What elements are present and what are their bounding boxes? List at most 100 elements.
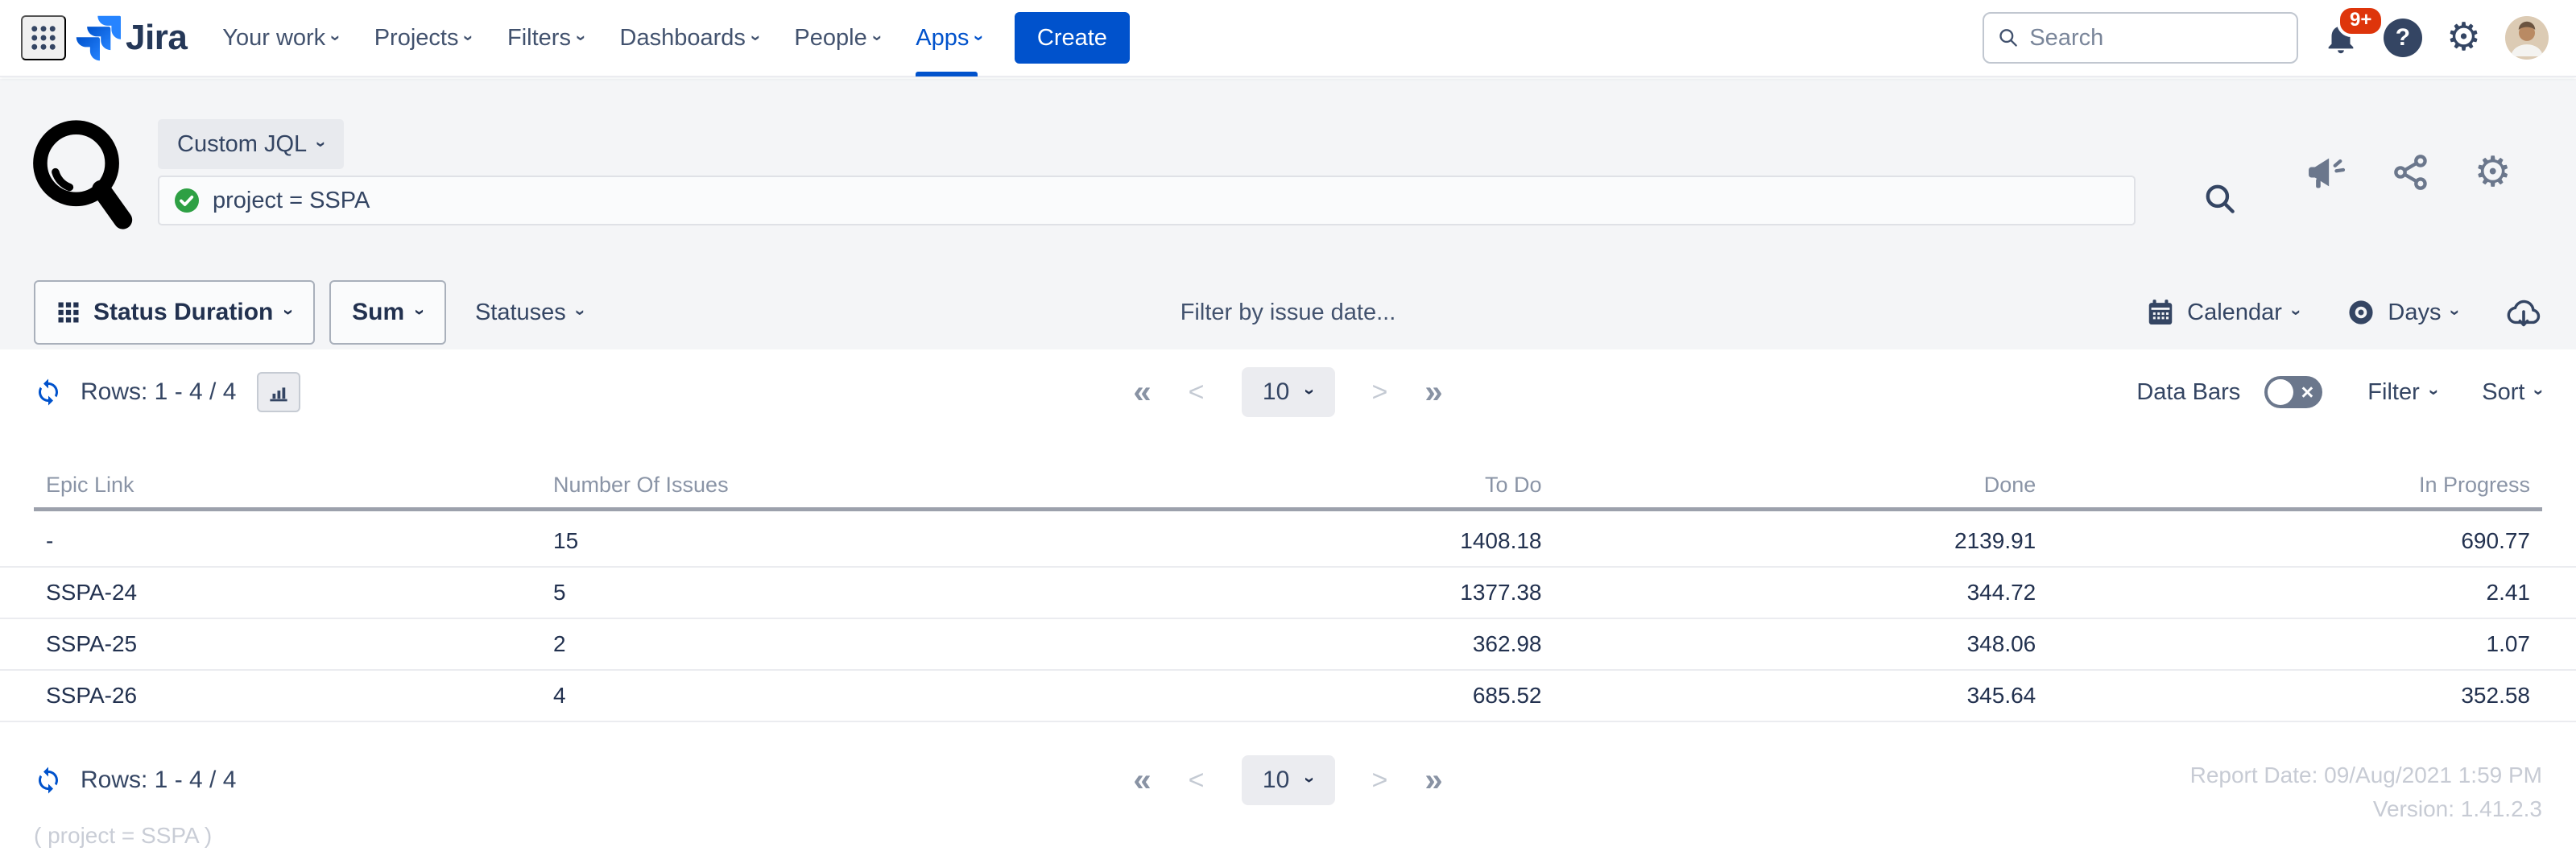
jira-logo-text: Jira [126,18,187,58]
jql-input[interactable]: project = SSPA [158,176,2136,225]
cell-to-do: 362.98 [1048,631,1542,657]
announcements-button[interactable] [2306,151,2348,193]
table-row[interactable]: SSPA-25 2 362.98 348.06 1.07 [0,619,2576,671]
chevron-down-icon: › [868,35,887,41]
cell-in-progress: 2.41 [2036,580,2530,606]
export-button[interactable] [2505,294,2542,331]
last-page-button[interactable]: » [1424,764,1442,796]
chevron-down-icon: › [1300,777,1319,783]
aggregation-dropdown[interactable]: Sum › [329,280,446,345]
chevron-down-icon: › [312,141,331,147]
nav-item-filters[interactable]: Filters › [507,0,584,76]
calendar-icon [2145,297,2176,328]
cell-number-of-issues: 2 [553,631,1048,657]
report-toolbar: Status Duration › Sum › Statuses › [34,280,2542,345]
page-size-select[interactable]: 10 › [1242,755,1335,805]
help-button[interactable]: ? [2384,19,2422,57]
report-settings-button[interactable]: ⚙ [2474,151,2512,193]
cell-in-progress: 352.58 [2036,683,2530,709]
sort-dropdown[interactable]: Sort › [2482,379,2542,406]
chevron-down-icon: › [2287,309,2305,316]
valid-check-icon [172,186,201,215]
share-icon [2390,151,2432,193]
cell-to-do: 1377.38 [1048,580,1542,606]
megaphone-icon [2306,151,2348,193]
cell-epic-link: SSPA-26 [46,683,553,709]
user-avatar[interactable] [2505,16,2549,60]
gear-icon: ⚙ [2446,19,2481,57]
top-nav: Jira Your work › Projects › Filters › Da… [0,0,2576,77]
first-page-button[interactable]: « [1133,764,1151,796]
jql-query-text: project = SSPA [213,188,370,214]
nav-item-people[interactable]: People › [794,0,880,76]
cell-done: 348.06 [1542,631,2036,657]
next-page-button[interactable]: > [1372,378,1388,406]
cell-in-progress: 1.07 [2036,631,2530,657]
notification-badge: 9+ [2337,5,2384,37]
jql-search-button[interactable] [2200,179,2240,219]
issue-date-filter-input[interactable] [1039,300,1538,326]
chevron-down-icon: › [2425,389,2443,395]
status-duration-table: Epic Link Number Of Issues To Do Done In… [0,462,2576,722]
nav-item-your-work[interactable]: Your work › [222,0,338,76]
notifications-button[interactable]: 9+ [2322,19,2359,56]
jira-logo[interactable]: Jira [74,14,187,61]
gear-icon: ⚙ [2474,151,2512,193]
nav-item-apps[interactable]: Apps › [916,0,982,76]
column-header-in-progress[interactable]: In Progress [2036,473,2530,498]
chevron-down-icon: › [970,35,989,41]
column-header-to-do[interactable]: To Do [1048,473,1542,498]
cloud-download-icon [2505,294,2542,331]
column-header-done[interactable]: Done [1542,473,2036,498]
cell-number-of-issues: 5 [553,580,1048,606]
search-icon [2200,179,2240,219]
next-page-button[interactable]: > [1372,767,1388,794]
statuses-dropdown[interactable]: Statuses › [475,300,583,326]
chevron-down-icon: › [746,35,765,41]
nav-item-projects[interactable]: Projects › [374,0,472,76]
data-bars-toggle[interactable]: × [2264,376,2322,408]
cell-done: 2139.91 [1542,528,2036,554]
cell-number-of-issues: 15 [553,528,1048,554]
app-switcher-button[interactable] [21,15,66,60]
report-meta: Report Date: 09/Aug/2021 1:59 PM Version… [2190,758,2542,826]
report-type-dropdown[interactable]: Status Duration › [34,280,315,345]
nav-right-group: 9+ ? ⚙ [1983,12,2549,64]
toggle-off-icon: × [2301,379,2314,405]
column-header-epic-link[interactable]: Epic Link [46,473,553,498]
nav-item-dashboards[interactable]: Dashboards › [620,0,759,76]
filter-dropdown[interactable]: Filter › [2367,379,2437,406]
settings-button[interactable]: ⚙ [2446,19,2481,57]
cell-to-do: 1408.18 [1048,528,1542,554]
calendar-dropdown[interactable]: Calendar › [2145,297,2299,328]
jira-logo-icon [74,14,121,61]
chevron-down-icon: › [1300,389,1319,395]
cell-number-of-issues: 4 [553,683,1048,709]
table-row[interactable]: - 15 1408.18 2139.91 690.77 [0,516,2576,568]
report-date: Report Date: 09/Aug/2021 1:59 PM [2190,758,2542,792]
cell-done: 345.64 [1542,683,2036,709]
chevron-down-icon: › [572,35,590,41]
create-button[interactable]: Create [1015,12,1130,64]
nav-search[interactable] [1983,12,2298,64]
cell-epic-link: SSPA-24 [46,580,553,606]
time-unit-icon [2346,297,2376,328]
table-row[interactable]: SSPA-26 4 685.52 345.64 352.58 [0,671,2576,722]
report-version: Version: 1.41.2.3 [2190,792,2542,826]
last-page-button[interactable]: » [1424,376,1442,408]
unit-dropdown[interactable]: Days › [2346,297,2458,328]
prev-page-button[interactable]: < [1189,378,1205,406]
table-row[interactable]: SSPA-24 5 1377.38 344.72 2.41 [0,568,2576,619]
list-controls-bottom: Rows: 1 - 4 / 4 « < 10 › > » [34,752,2542,808]
custom-jql-dropdown[interactable]: Custom JQL › [158,119,344,169]
first-page-button[interactable]: « [1133,376,1151,408]
chevron-down-icon: › [460,35,478,41]
page-size-select[interactable]: 10 › [1242,367,1335,417]
report-content: Rows: 1 - 4 / 4 « < 10 › > » Data Bars [0,349,2576,868]
column-header-number-of-issues[interactable]: Number Of Issues [553,473,1048,498]
prev-page-button[interactable]: < [1189,767,1205,794]
search-input[interactable] [2029,25,2284,52]
help-icon: ? [2384,19,2422,57]
share-button[interactable] [2390,151,2432,193]
chevron-down-icon: › [327,35,345,41]
